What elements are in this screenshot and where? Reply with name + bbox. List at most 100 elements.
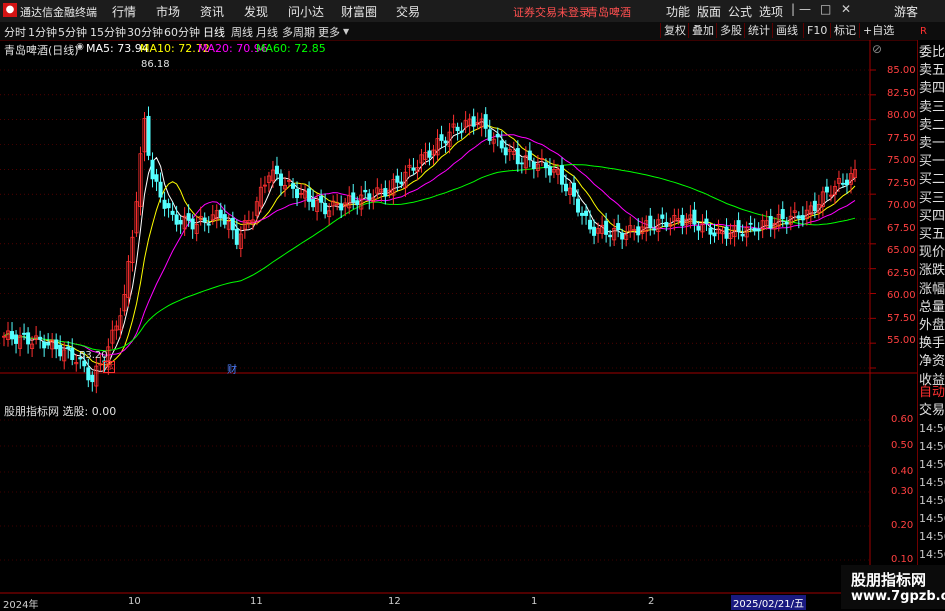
trade-time: 14:56 xyxy=(919,440,945,453)
candle-body xyxy=(531,161,536,169)
duogu-button[interactable]: 多股 xyxy=(716,23,745,38)
f10-button[interactable]: F10 xyxy=(803,23,830,38)
app-logo-icon: ● xyxy=(3,3,17,17)
period-multi[interactable]: 多周期 xyxy=(282,24,315,40)
candle-body xyxy=(291,183,296,189)
menu-banmian[interactable]: 版面 xyxy=(697,3,721,20)
quote-item: 现价 xyxy=(919,245,945,261)
legend-toggle-icon[interactable]: ◉ xyxy=(76,42,84,52)
quote-item: 净资 xyxy=(919,354,945,370)
menu-jiaoyi[interactable]: 交易 xyxy=(396,3,420,20)
candle-body xyxy=(411,167,416,171)
y-tick: 62.50 xyxy=(887,268,916,279)
candle-body xyxy=(307,188,312,202)
period-15min[interactable]: 15分钟 xyxy=(90,24,126,40)
fuquan-button[interactable]: 复权 xyxy=(660,23,689,38)
quote-item: 涨幅 xyxy=(919,281,945,297)
candle-body xyxy=(230,217,235,231)
quote-item: 买四 xyxy=(919,208,945,224)
quote-item: 买一 xyxy=(919,154,945,170)
quote-tab[interactable]: 交易 xyxy=(919,402,945,420)
candle-body xyxy=(499,140,504,149)
login-notice[interactable]: 证券交易未登录 xyxy=(513,4,590,20)
menu-hangqing[interactable]: 行情 xyxy=(112,3,136,20)
y-tick: 60.00 xyxy=(887,290,916,301)
period-monthly[interactable]: 月线 xyxy=(256,24,278,40)
date-tick: 12 xyxy=(388,596,401,607)
zixuan-button[interactable]: +自选 xyxy=(859,23,897,38)
candle-body xyxy=(459,130,464,133)
candle-body xyxy=(527,150,532,161)
candle-body xyxy=(648,215,653,228)
candle-body xyxy=(543,162,548,169)
candle-body xyxy=(515,148,520,165)
tongji-button[interactable]: 统计 xyxy=(744,23,773,38)
candle-body xyxy=(146,115,151,156)
period-60min[interactable]: 60分钟 xyxy=(164,24,200,40)
date-tick: 11 xyxy=(250,596,263,607)
candle-body xyxy=(427,150,432,158)
menu-caifuquan[interactable]: 财富圈 xyxy=(341,3,377,20)
candle-body xyxy=(339,203,344,211)
y-tick: 77.50 xyxy=(887,133,916,144)
candle-body xyxy=(616,223,621,231)
kline-chart[interactable] xyxy=(0,40,917,609)
candle-body xyxy=(150,159,155,180)
close-icon[interactable]: ✕ xyxy=(841,2,851,16)
more-chevron-icon[interactable]: ▼ xyxy=(343,27,349,36)
candle-body xyxy=(439,134,444,141)
candle-body xyxy=(162,199,167,209)
menu-faxian[interactable]: 发现 xyxy=(244,3,268,20)
quote-item: 卖三 xyxy=(919,99,945,115)
quote-item: 卖二 xyxy=(919,117,945,133)
quote-item: 买五 xyxy=(919,227,945,242)
candle-body xyxy=(10,331,15,340)
period-30min[interactable]: 30分钟 xyxy=(127,24,163,40)
period-fenshi[interactable]: 分时 xyxy=(4,24,26,40)
candle-body xyxy=(584,210,589,216)
candle-body xyxy=(383,188,388,197)
menu-shichang[interactable]: 市场 xyxy=(156,3,180,20)
candle-body xyxy=(495,133,500,138)
minimize-icon[interactable]: — xyxy=(799,2,811,16)
chart-settings-icon[interactable]: ⊘ xyxy=(872,42,882,56)
period-daily[interactable]: 日线 xyxy=(203,24,225,40)
huaxian-button[interactable]: 画线 xyxy=(772,23,801,38)
period-5min[interactable]: 5分钟 xyxy=(58,24,87,40)
guest-label[interactable]: 游客 xyxy=(894,3,918,20)
period-weekly[interactable]: 周线 xyxy=(231,24,253,40)
menu-zixun[interactable]: 资讯 xyxy=(200,3,224,20)
candle-body xyxy=(66,346,71,350)
candle-body xyxy=(399,181,404,185)
candle-body xyxy=(708,227,713,235)
menu-gongneng[interactable]: 功能 xyxy=(666,3,690,20)
menu-gongshi[interactable]: 公式 xyxy=(728,3,752,20)
candle-body xyxy=(692,209,697,225)
quote-item: 卖一 xyxy=(919,136,945,151)
menu-wenxiaoda[interactable]: 问小达 xyxy=(288,3,324,20)
quote-item: 涨跌 xyxy=(919,263,945,279)
trade-time: 14:56 xyxy=(919,494,945,507)
candle-body xyxy=(563,183,568,192)
period-1min[interactable]: 1分钟 xyxy=(28,24,57,40)
panel-corner-label: R xyxy=(920,26,927,37)
biaoji-button[interactable]: 标记 xyxy=(830,23,859,38)
period-more[interactable]: 更多 xyxy=(318,24,340,40)
quote-item: 委比 xyxy=(919,45,945,60)
ind-y-tick: 0.50 xyxy=(891,440,914,451)
menu-xuanxiang[interactable]: 选项 xyxy=(759,3,783,20)
candle-body xyxy=(274,165,279,175)
candle-body xyxy=(190,218,195,230)
maximize-icon[interactable]: □ xyxy=(820,2,831,16)
y-tick: 70.00 xyxy=(887,200,916,211)
candle-body xyxy=(46,342,51,346)
trade-time: 14:56 xyxy=(919,422,945,435)
candle-body xyxy=(660,214,665,219)
candle-body xyxy=(588,219,593,230)
candle-body xyxy=(519,162,524,165)
diejia-button[interactable]: 叠加 xyxy=(688,23,717,38)
zhang-marker[interactable]: 涨 xyxy=(103,361,115,373)
candle-body xyxy=(86,367,91,381)
cai-marker[interactable]: 财 xyxy=(227,361,237,376)
quote-tab[interactable]: 自动 xyxy=(919,384,945,402)
